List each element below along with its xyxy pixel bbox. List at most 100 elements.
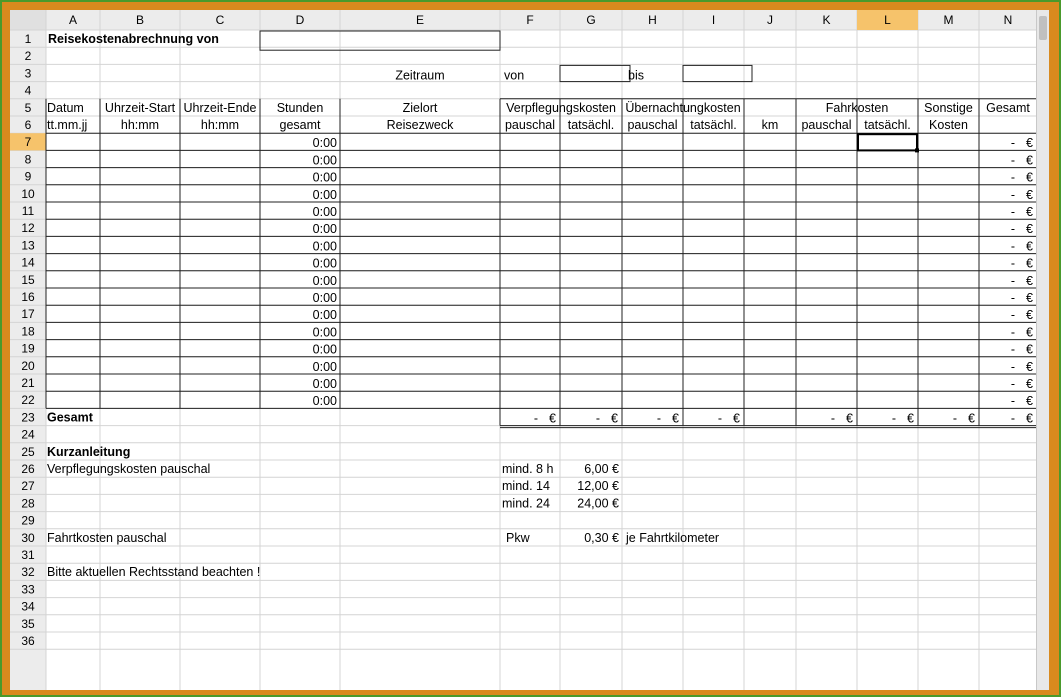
total-euro: € xyxy=(1026,239,1033,253)
total-dash: - xyxy=(1011,171,1015,185)
row-header-13: 13 xyxy=(21,238,35,252)
column-header-g: G xyxy=(586,13,595,27)
fill-handle[interactable] xyxy=(915,148,919,153)
total-euro: € xyxy=(1026,274,1033,288)
scrollbar-thumb[interactable] xyxy=(1039,16,1047,40)
hours-value: 0:00 xyxy=(313,394,337,408)
column-header-f: F xyxy=(526,13,533,27)
row-header-2: 2 xyxy=(25,49,32,63)
pkw-unit: je Fahrtkilometer xyxy=(625,531,719,545)
header-pauschal: pauschal xyxy=(801,118,851,132)
row-header-25: 25 xyxy=(21,445,35,459)
hours-value: 0:00 xyxy=(313,308,337,322)
row-header-31: 31 xyxy=(21,548,35,562)
row-header-11: 11 xyxy=(22,204,35,218)
total-euro: € xyxy=(1026,153,1033,167)
column-header-i: I xyxy=(712,13,715,27)
total-euro: € xyxy=(1026,394,1033,408)
column-header-j: J xyxy=(767,13,773,27)
row-header-20: 20 xyxy=(21,359,35,373)
period-to-box[interactable] xyxy=(682,64,753,83)
hours-value: 0:00 xyxy=(313,188,337,202)
rate-value: 24,00 € xyxy=(577,496,619,510)
total-euro: € xyxy=(1026,360,1033,374)
total-dash: - xyxy=(1011,257,1015,271)
kurz-title: Kurzanleitung xyxy=(47,445,130,459)
spreadsheet-grid[interactable]: A B C D E F G H I J K L M N12345678910111213141516171… xyxy=(10,10,1049,690)
row-header-3: 3 xyxy=(25,66,32,80)
column-total-dash: - xyxy=(718,411,722,425)
column-header-k: K xyxy=(822,13,830,27)
pkw-label: Pkw xyxy=(506,531,531,545)
total-dash: - xyxy=(1011,377,1015,391)
header-pauschal: pauschal xyxy=(505,118,555,132)
period-from-box[interactable] xyxy=(559,64,631,83)
column-total-euro: € xyxy=(968,411,975,425)
total-dash: - xyxy=(1011,188,1015,202)
sheet-title: Reisekostenabrechnung von xyxy=(48,32,219,46)
row-header-33: 33 xyxy=(21,582,35,596)
rate-label: mind. 8 h xyxy=(502,462,553,476)
column-total-euro: € xyxy=(672,411,679,425)
row-header-24: 24 xyxy=(21,428,35,442)
total-dash: - xyxy=(1011,274,1015,288)
rate-value: 12,00 € xyxy=(577,479,619,493)
total-dash: - xyxy=(1011,291,1015,305)
column-total-dash: - xyxy=(534,411,538,425)
row-header-28: 28 xyxy=(21,496,35,510)
column-total-dash: - xyxy=(1011,411,1015,425)
row-header-22: 22 xyxy=(21,393,35,407)
total-dash: - xyxy=(1011,153,1015,167)
header-uebernachtung: Übernachtungkosten xyxy=(625,101,740,115)
row-header-1: 1 xyxy=(25,32,32,46)
hours-value: 0:00 xyxy=(313,153,337,167)
column-total-euro: € xyxy=(1026,411,1033,425)
spreadsheet[interactable]: A B C D E F G H I J K L M N 1 2 3 4 5 6 7 8 9 10 11 12 13 14 15 16 17 1… xyxy=(10,10,1049,690)
selected-cell[interactable] xyxy=(857,133,918,152)
column-header-e: E xyxy=(416,13,424,27)
row-header-8: 8 xyxy=(25,152,32,166)
column-total-euro: € xyxy=(611,411,618,425)
hours-value: 0:00 xyxy=(313,360,337,374)
total-dash: - xyxy=(1011,343,1015,357)
total-dash: - xyxy=(1011,360,1015,374)
hours-value: 0:00 xyxy=(313,171,337,185)
total-dash: - xyxy=(1011,239,1015,253)
total-euro: € xyxy=(1026,171,1033,185)
pkw-value: 0,30 € xyxy=(584,531,619,545)
header-zielort: Zielort xyxy=(403,101,438,115)
total-euro: € xyxy=(1026,222,1033,236)
kurz-verpflegung: Verpflegungskosten pauschal xyxy=(47,462,210,476)
legal-note: Bitte aktuellen Rechtsstand beachten ! xyxy=(47,565,260,579)
row-header-29: 29 xyxy=(21,514,35,528)
total-euro: € xyxy=(1026,257,1033,271)
total-euro: € xyxy=(1026,136,1033,150)
total-dash: - xyxy=(1011,205,1015,219)
row-header-9: 9 xyxy=(25,170,32,184)
column-total-dash: - xyxy=(596,411,600,425)
header-reisezweck: Reisezweck xyxy=(387,118,454,132)
total-dash: - xyxy=(1011,136,1015,150)
vertical-scrollbar[interactable] xyxy=(1036,10,1049,690)
header-datum: Datum xyxy=(47,101,84,115)
header-km: km xyxy=(762,118,779,132)
header-start: Uhrzeit-Start xyxy=(105,101,176,115)
period-label: Zeitraum xyxy=(395,68,444,82)
total-euro: € xyxy=(1026,291,1033,305)
row-header-4: 4 xyxy=(25,84,32,98)
kurz-fahrtkosten: Fahrtkosten pauschal xyxy=(47,531,167,545)
total-dash: - xyxy=(1011,222,1015,236)
header-hours: Stunden xyxy=(277,101,324,115)
rate-label: mind. 24 xyxy=(502,496,550,510)
column-total-dash: - xyxy=(831,411,835,425)
column-header-d: D xyxy=(296,13,305,27)
hours-value: 0:00 xyxy=(313,377,337,391)
select-all-corner[interactable] xyxy=(10,10,46,30)
row-header-34: 34 xyxy=(21,600,35,614)
hours-value: 0:00 xyxy=(313,222,337,236)
window-frame: A B C D E F G H I J K L M N 1 2 3 4 5 6 7 8 9 10 11 12 13 14 15 16 17 1… xyxy=(2,2,1059,695)
column-total-dash: - xyxy=(657,411,661,425)
row-header-17: 17 xyxy=(21,307,35,321)
header-hours-total: gesamt xyxy=(280,118,322,132)
row-header-14: 14 xyxy=(21,256,35,270)
